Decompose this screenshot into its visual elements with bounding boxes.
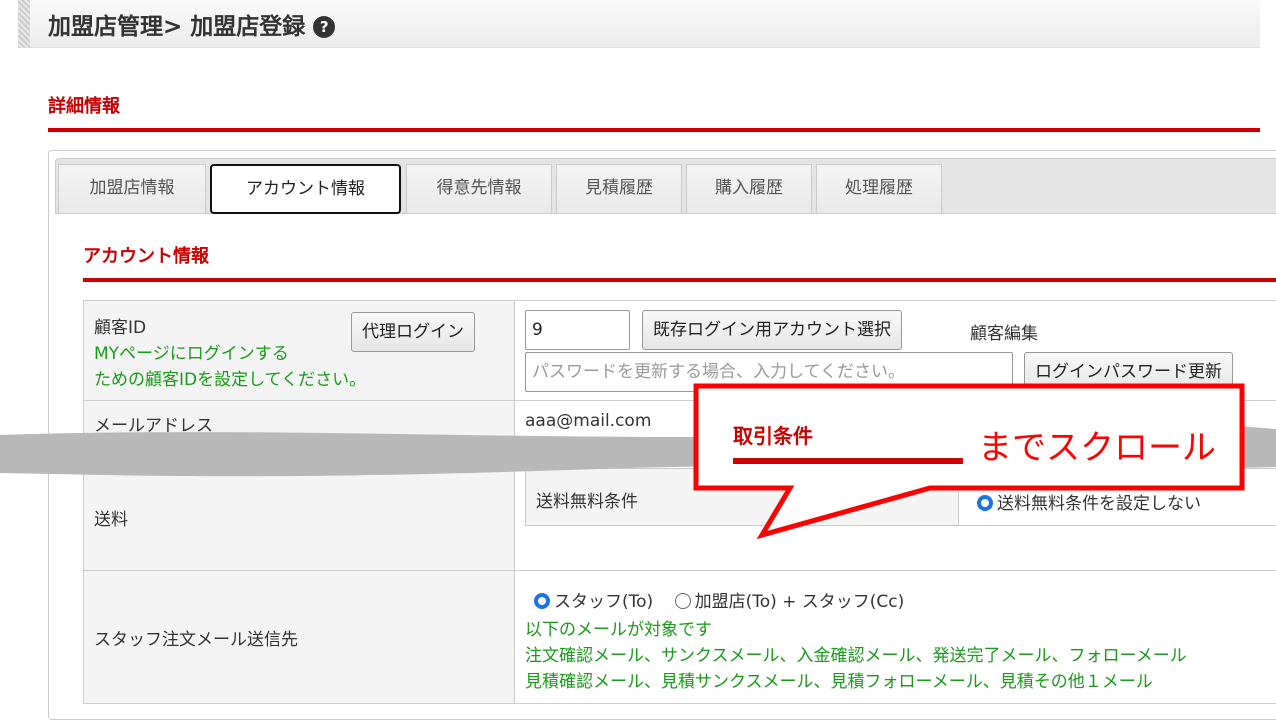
staff-to-radio[interactable]: スタッフ(To) xyxy=(534,592,653,612)
free-shipping-label: 送料無料条件 xyxy=(536,492,638,512)
mail-list: 注文確認メール、サンクスメール、入金確認メール、発送完了メール、フォローメール xyxy=(525,646,1187,666)
section-title: 詳細情報 xyxy=(48,96,120,117)
radio-selected-icon[interactable] xyxy=(534,593,550,609)
callout-text: までスクロール xyxy=(978,428,1216,468)
page-title: 加盟店管理> 加盟店登録? xyxy=(48,7,336,41)
customer-id-note: ための顧客IDを設定してください。 xyxy=(94,370,367,390)
customer-id-note: MYページにログインする xyxy=(94,344,289,364)
staff-mail-label: スタッフ注文メール送信先 xyxy=(94,630,298,650)
tab-purchase-history[interactable]: 購入履歴 xyxy=(686,164,812,213)
tab-store-info[interactable]: 加盟店情報 xyxy=(58,164,206,213)
customer-edit-link[interactable]: 顧客編集 xyxy=(970,319,1038,344)
question-circle-icon[interactable]: ? xyxy=(313,16,336,38)
tab-account-info[interactable]: アカウント情報 xyxy=(210,164,401,214)
header-decoration xyxy=(18,0,30,48)
mail-list: 見積確認メール、見積サンクスメール、見積フォローメール、見積その他１メール xyxy=(525,672,1153,692)
tab-client-info[interactable]: 得意先情報 xyxy=(406,164,552,213)
store-to-staff-cc-radio[interactable]: 加盟店(To) + スタッフ(Cc) xyxy=(674,592,904,612)
proxy-login-button[interactable]: 代理ログイン xyxy=(351,312,475,352)
select-account-button[interactable]: 既存ログイン用アカウント選択 xyxy=(642,310,902,350)
customer-id-input[interactable]: 9 xyxy=(525,310,630,350)
account-divider xyxy=(83,278,1276,282)
mail-note: 以下のメールが対象です xyxy=(525,620,712,640)
tab-process-history[interactable]: 処理履歴 xyxy=(816,164,942,213)
customer-id-label: 顧客ID xyxy=(94,318,147,338)
shipping-label: 送料 xyxy=(94,510,128,530)
row-staff-mail: スタッフ注文メール送信先 スタッフ(To) 加盟店(To) + スタッフ(Cc)… xyxy=(83,570,1276,704)
radio-unselected-icon[interactable] xyxy=(674,593,691,609)
tab-estimate-history[interactable]: 見積履歴 xyxy=(556,164,682,213)
section-divider xyxy=(48,128,1260,132)
account-section-title: アカウント情報 xyxy=(83,246,209,267)
callout-heading-underline xyxy=(733,458,963,464)
callout-heading: 取引条件 xyxy=(733,424,813,448)
